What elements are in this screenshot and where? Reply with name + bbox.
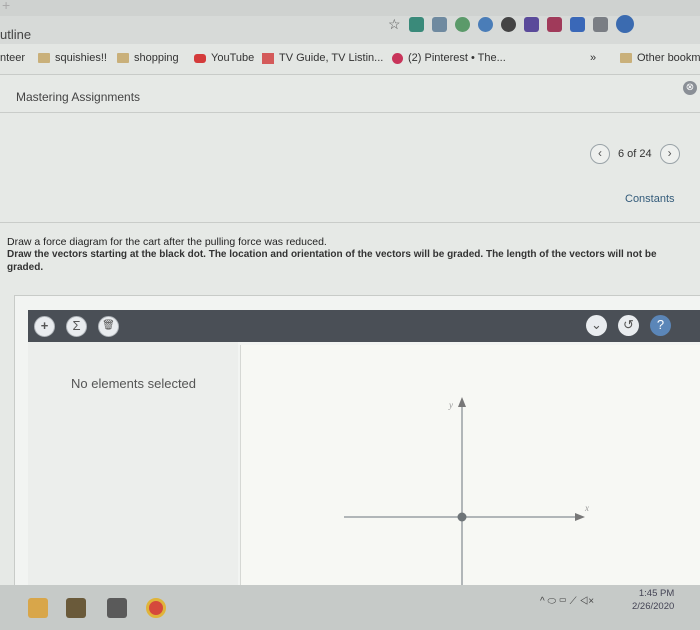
question-prompt: Draw a force diagram for the cart after … bbox=[7, 236, 327, 248]
next-item-button[interactable]: › bbox=[659, 144, 680, 164]
extension-icons: ☆ bbox=[388, 12, 634, 36]
extension-icon-4[interactable] bbox=[477, 16, 493, 32]
reset-icon[interactable]: ↺ bbox=[618, 315, 639, 336]
bookmark-label: (2) Pinterest • The... bbox=[408, 52, 506, 64]
add-vector-icon[interactable]: + bbox=[34, 316, 55, 337]
bookmark-item[interactable]: YouTube bbox=[194, 52, 254, 64]
prev-item-button[interactable]: ‹ bbox=[590, 144, 610, 164]
other-bookmarks-label: Other bookma bbox=[637, 52, 700, 64]
extension-icon-3[interactable] bbox=[454, 16, 470, 32]
drawing-canvas[interactable]: y x bbox=[240, 345, 700, 585]
folder-icon bbox=[38, 53, 50, 63]
chevron-down-icon[interactable]: ⌄ bbox=[586, 315, 607, 336]
bookmarks-overflow-button[interactable]: » bbox=[590, 52, 596, 64]
mail-icon[interactable] bbox=[107, 598, 127, 618]
extension-icon-8[interactable] bbox=[569, 16, 585, 32]
x-axis-label: x bbox=[584, 503, 589, 513]
tool-toolbar: + Σ 🗑 ⌄ ↺ ? bbox=[28, 310, 700, 342]
bookmark-item[interactable]: (2) Pinterest • The... bbox=[392, 52, 506, 64]
system-tray[interactable]: ^ ⬭ ▭ ⟋ ◁× bbox=[540, 596, 594, 607]
page-title-partial: utline bbox=[0, 27, 32, 42]
store-icon[interactable] bbox=[66, 598, 86, 618]
bookmark-label: shopping bbox=[134, 52, 179, 64]
axes: y x bbox=[344, 397, 589, 585]
bookmark-label: TV Guide, TV Listin... bbox=[279, 52, 384, 64]
question-instructions: Draw the vectors starting at the black d… bbox=[7, 249, 657, 273]
divider bbox=[0, 112, 700, 113]
bookmark-item[interactable]: nteer bbox=[0, 52, 25, 64]
taskbar-clock[interactable]: 1:45 PM 2/26/2020 bbox=[632, 587, 674, 613]
os-taskbar bbox=[0, 585, 700, 630]
pinterest-icon bbox=[392, 52, 403, 64]
other-bookmarks[interactable]: Other bookma bbox=[620, 52, 700, 64]
extension-icon-2[interactable] bbox=[431, 16, 447, 32]
help-icon[interactable]: ? bbox=[650, 315, 671, 336]
divider bbox=[0, 222, 700, 223]
x-axis-arrow bbox=[575, 513, 585, 521]
close-icon[interactable]: ⊗ bbox=[683, 81, 697, 95]
bookmark-label: nteer bbox=[0, 52, 26, 64]
bookmark-label: YouTube bbox=[211, 52, 255, 64]
profile-avatar-icon[interactable] bbox=[615, 15, 634, 33]
y-axis-arrow bbox=[458, 397, 466, 407]
extension-icon-5[interactable] bbox=[500, 16, 516, 32]
item-pager: ‹ 6 of 24 › bbox=[590, 144, 680, 164]
star-icon[interactable]: ☆ bbox=[388, 16, 401, 33]
app-icon-1[interactable] bbox=[28, 598, 48, 618]
extension-icon-6[interactable] bbox=[523, 16, 539, 32]
page-title: Mastering Assignments bbox=[16, 90, 141, 104]
folder-icon bbox=[117, 53, 129, 63]
extension-icon-1[interactable] bbox=[408, 16, 424, 32]
clock-time: 1:45 PM bbox=[638, 588, 675, 599]
extension-icon-7[interactable] bbox=[546, 16, 562, 32]
constants-link[interactable]: Constants bbox=[625, 193, 675, 205]
overflow-label: » bbox=[590, 52, 597, 64]
extension-icon-9[interactable] bbox=[592, 16, 608, 32]
sum-icon[interactable]: Σ bbox=[66, 316, 87, 337]
clock-date: 2/26/2020 bbox=[632, 601, 675, 612]
y-axis-label: y bbox=[448, 400, 453, 410]
pager-position: 6 of 24 bbox=[618, 148, 652, 160]
tvguide-icon bbox=[262, 52, 274, 64]
bookmark-item[interactable]: shopping bbox=[117, 52, 179, 64]
bookmarks-bar: nteer squishies!! shopping YouTube TV Gu… bbox=[0, 44, 700, 75]
folder-icon bbox=[620, 53, 632, 63]
bookmark-item[interactable]: squishies!! bbox=[38, 52, 107, 64]
bookmark-label: squishies!! bbox=[55, 52, 107, 64]
trash-icon[interactable]: 🗑 bbox=[98, 316, 119, 337]
youtube-icon bbox=[194, 53, 206, 63]
chrome-icon[interactable] bbox=[146, 598, 166, 618]
bookmark-item[interactable]: TV Guide, TV Listin... bbox=[262, 52, 383, 64]
new-tab-icon[interactable]: + bbox=[2, 0, 10, 13]
selection-status: No elements selected bbox=[71, 376, 197, 391]
origin-dot[interactable] bbox=[457, 512, 467, 522]
